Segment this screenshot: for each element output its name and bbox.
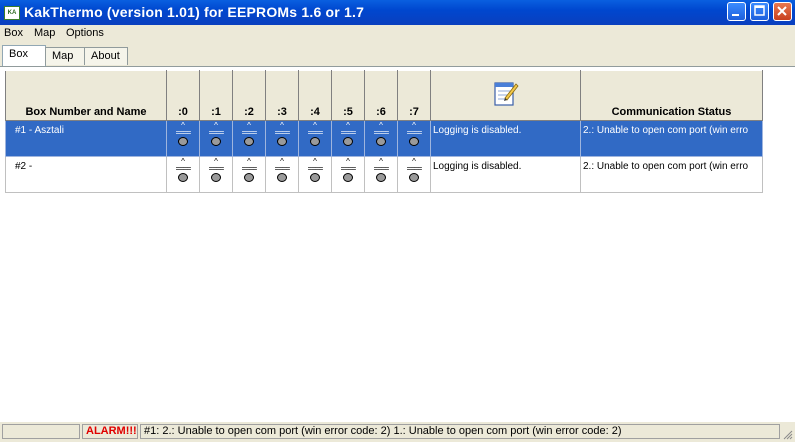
minimize-button[interactable] xyxy=(727,2,746,21)
bit-3-cell[interactable]: ^ ==== xyxy=(265,120,299,157)
tab-about-label: About xyxy=(91,50,120,62)
header-bit-4[interactable]: :4 xyxy=(298,70,332,121)
maximize-button[interactable] xyxy=(750,2,769,21)
box-name-cell[interactable]: #1 - Asztali xyxy=(5,120,167,157)
status-bar: ALARM!!! #1: 2.: Unable to open com port… xyxy=(0,421,795,442)
bit-4-cell[interactable]: ^ ==== xyxy=(298,120,332,157)
bit-knob-icon xyxy=(376,137,386,146)
header-comm-status[interactable]: Communication Status xyxy=(580,70,763,121)
bit-lines: ==== xyxy=(373,128,390,137)
status-segment-empty xyxy=(2,424,80,439)
tab-strip: Box Map About xyxy=(0,43,795,67)
comm-status-cell[interactable]: 2.: Unable to open com port (win erro xyxy=(580,156,763,193)
tab-about[interactable]: About xyxy=(84,47,128,65)
bit-lines: ==== xyxy=(208,128,225,137)
bit-knob-icon xyxy=(211,173,221,182)
bit-lines: ==== xyxy=(307,128,324,137)
tab-box[interactable]: Box xyxy=(2,45,46,67)
box-name-cell[interactable]: #2 - xyxy=(5,156,167,193)
table-row[interactable]: #2 - ^ ==== ^ ==== ^ ==== ^ ==== ^ ==== ^ ====… xyxy=(5,156,763,193)
bit-lines: ==== xyxy=(274,128,291,137)
header-bit-6[interactable]: :6 xyxy=(364,70,398,121)
header-log[interactable] xyxy=(430,70,581,121)
bit-lines: ==== xyxy=(373,164,390,173)
bit-lines: ==== xyxy=(340,164,357,173)
bit-knob-icon xyxy=(409,173,419,182)
alarm-indicator: ALARM!!! xyxy=(82,424,138,439)
notepad-icon xyxy=(493,82,519,106)
menu-box[interactable]: Box xyxy=(4,27,23,39)
bit-knob-icon xyxy=(310,137,320,146)
bit-knob-icon xyxy=(178,173,188,182)
bit-lines: ==== xyxy=(406,128,423,137)
bit-lines: ==== xyxy=(340,128,357,137)
bit-knob-icon xyxy=(343,137,353,146)
bit-knob-icon xyxy=(310,173,320,182)
bit-knob-icon xyxy=(409,137,419,146)
bit-lines: ==== xyxy=(274,164,291,173)
tab-box-label: Box xyxy=(9,48,28,60)
bit-knob-icon xyxy=(376,173,386,182)
bit-1-cell[interactable]: ^ ==== xyxy=(199,156,233,193)
header-bit-2[interactable]: :2 xyxy=(232,70,266,121)
bit-4-cell[interactable]: ^ ==== xyxy=(298,156,332,193)
log-status-cell[interactable]: Logging is disabled. xyxy=(430,120,581,157)
header-bit-1[interactable]: :1 xyxy=(199,70,233,121)
bit-lines: ==== xyxy=(406,164,423,173)
bit-knob-icon xyxy=(178,137,188,146)
bit-6-cell[interactable]: ^ ==== xyxy=(364,156,398,193)
bit-knob-icon xyxy=(244,137,254,146)
bit-knob-icon xyxy=(277,173,287,182)
log-status-cell[interactable]: Logging is disabled. xyxy=(430,156,581,193)
bit-lines: ==== xyxy=(241,128,258,137)
tab-map[interactable]: Map xyxy=(45,47,85,65)
bit-lines: ==== xyxy=(208,164,225,173)
bit-6-cell[interactable]: ^ ==== xyxy=(364,120,398,157)
close-icon xyxy=(777,6,787,16)
bit-7-cell[interactable]: ^ ==== xyxy=(397,156,431,193)
bit-1-cell[interactable]: ^ ==== xyxy=(199,120,233,157)
menu-bar: Box Map Options xyxy=(0,25,795,43)
header-bit-3[interactable]: :3 xyxy=(265,70,299,121)
bit-lines: ==== xyxy=(175,164,192,173)
bit-knob-icon xyxy=(244,173,254,182)
title-bar: KA KakThermo (version 1.01) for EEPROMs … xyxy=(0,0,795,25)
box-panel: Box Number and Name :0 :1 :2 :3 :4 :5 :6… xyxy=(0,66,795,422)
bit-lines: ==== xyxy=(241,164,258,173)
maximize-icon xyxy=(754,5,765,16)
resize-grip-icon[interactable] xyxy=(783,430,793,440)
tab-map-label: Map xyxy=(52,50,74,62)
comm-status-cell[interactable]: 2.: Unable to open com port (win erro xyxy=(580,120,763,157)
status-message: #1: 2.: Unable to open com port (win err… xyxy=(140,424,780,439)
header-bit-7[interactable]: :7 xyxy=(397,70,431,121)
bit-5-cell[interactable]: ^ ==== xyxy=(331,156,365,193)
menu-options[interactable]: Options xyxy=(66,27,104,39)
grid-header: Box Number and Name :0 :1 :2 :3 :4 :5 :6… xyxy=(5,70,763,121)
app-icon[interactable]: KA xyxy=(4,6,20,20)
bit-lines: ==== xyxy=(307,164,324,173)
bit-2-cell[interactable]: ^ ==== xyxy=(232,120,266,157)
bit-lines: ==== xyxy=(175,128,192,137)
bit-knob-icon xyxy=(277,137,287,146)
header-bit-0[interactable]: :0 xyxy=(166,70,200,121)
bit-2-cell[interactable]: ^ ==== xyxy=(232,156,266,193)
box-grid: Box Number and Name :0 :1 :2 :3 :4 :5 :6… xyxy=(5,70,763,193)
bit-knob-icon xyxy=(343,173,353,182)
header-box-name[interactable]: Box Number and Name xyxy=(5,70,167,121)
header-bit-5[interactable]: :5 xyxy=(331,70,365,121)
bit-0-cell[interactable]: ^ ==== xyxy=(166,156,200,193)
close-button[interactable] xyxy=(773,2,792,21)
bit-3-cell[interactable]: ^ ==== xyxy=(265,156,299,193)
menu-map[interactable]: Map xyxy=(34,27,55,39)
table-row[interactable]: #1 - Asztali ^ ==== ^ ==== ^ ==== ^ ==== ^ ==… xyxy=(5,120,763,157)
bit-knob-icon xyxy=(211,137,221,146)
minimize-icon xyxy=(732,14,739,16)
bit-7-cell[interactable]: ^ ==== xyxy=(397,120,431,157)
bit-0-cell[interactable]: ^ ==== xyxy=(166,120,200,157)
window-title: KakThermo (version 1.01) for EEPROMs 1.6… xyxy=(24,4,365,20)
bit-5-cell[interactable]: ^ ==== xyxy=(331,120,365,157)
